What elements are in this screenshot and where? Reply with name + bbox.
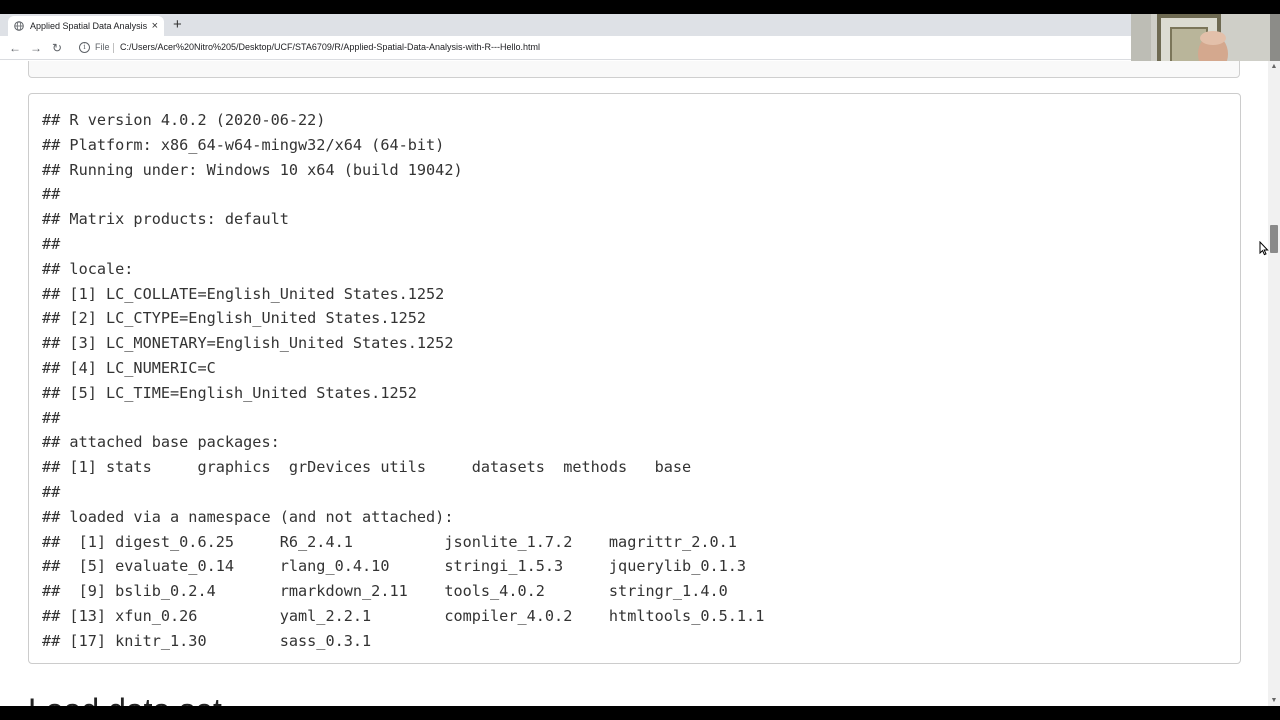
- file-scheme-label: File: [95, 42, 110, 52]
- screen-bottom-bar: [0, 706, 1280, 720]
- r-session-info-text: ## R version 4.0.2 (2020-06-22) ## Platf…: [42, 111, 765, 650]
- scroll-down-icon[interactable]: ▼: [1270, 697, 1278, 705]
- close-tab-icon[interactable]: ×: [152, 20, 158, 32]
- info-icon[interactable]: i: [79, 42, 90, 53]
- browser-toolbar: ← → ↻ i File C:/Users/Acer%20Nitro%205/D…: [0, 36, 1280, 60]
- browser-tab[interactable]: Applied Spatial Data Analysis wit ×: [8, 16, 164, 36]
- screen-top-bar: [0, 0, 1280, 14]
- tab-strip: Applied Spatial Data Analysis wit × +: [0, 14, 1280, 36]
- scroll-up-icon[interactable]: ▲: [1270, 63, 1278, 71]
- forward-arrow-icon[interactable]: →: [30, 41, 42, 55]
- address-bar[interactable]: C:/Users/Acer%20Nitro%205/Desktop/UCF/ST…: [120, 42, 540, 52]
- back-arrow-icon[interactable]: ←: [9, 41, 21, 55]
- address-separator: [113, 43, 114, 53]
- tab-title: Applied Spatial Data Analysis wit: [30, 21, 148, 31]
- scrollbar-thumb[interactable]: [1270, 225, 1278, 253]
- globe-icon: [14, 21, 24, 31]
- new-tab-button[interactable]: +: [173, 16, 182, 34]
- page-content: ` ## R version 4.0.2 (2020-06-22) ## Pla…: [0, 61, 1268, 706]
- mouse-cursor-icon: [1259, 241, 1269, 256]
- section-heading: Load data set: [28, 690, 222, 706]
- vertical-scrollbar[interactable]: ▲ ▼: [1268, 61, 1280, 706]
- reload-icon[interactable]: ↻: [52, 41, 62, 55]
- previous-code-block: `: [28, 61, 1240, 78]
- session-info-output: ## R version 4.0.2 (2020-06-22) ## Platf…: [28, 93, 1241, 664]
